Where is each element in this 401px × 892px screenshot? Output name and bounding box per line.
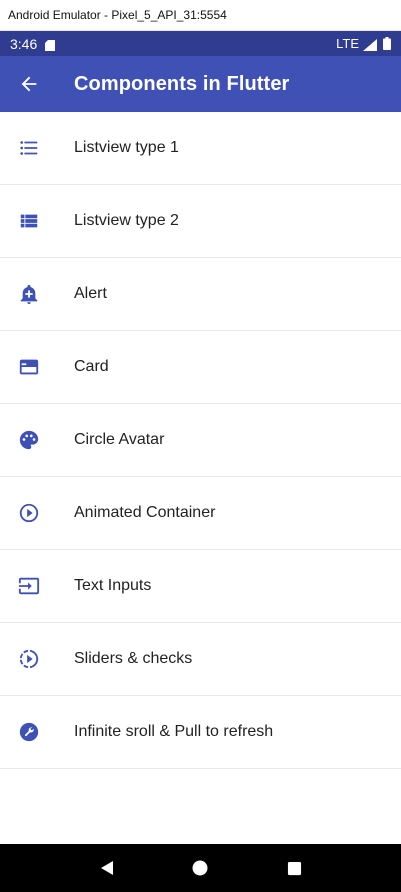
list-bulleted-icon [0, 137, 58, 159]
list-item-label: Alert [74, 285, 107, 302]
slow-motion-video-icon [0, 648, 58, 670]
list-item-card[interactable]: Card [0, 331, 401, 404]
app-bar: Components in Flutter [0, 56, 401, 112]
square-recents-icon[interactable] [274, 848, 314, 888]
list-item-label: Listview type 1 [74, 139, 179, 156]
system-nav-bar [0, 844, 401, 892]
arrow-back-icon[interactable] [0, 56, 58, 112]
list-item-label: Circle Avatar [74, 431, 165, 448]
list-item-label: Card [74, 358, 109, 375]
status-bar: 3:46 LTE [0, 31, 401, 56]
status-time: 3:46 [10, 35, 38, 52]
battery-icon [383, 37, 391, 50]
circle-home-icon[interactable] [180, 848, 220, 888]
list-item-label: Text Inputs [74, 577, 152, 594]
list-item-listview-type-2[interactable]: Listview type 2 [0, 185, 401, 258]
signal-icon [363, 38, 377, 51]
list-item-label: Animated Container [74, 504, 216, 521]
list-item-label: Sliders & checks [74, 650, 193, 667]
wrench-icon [0, 721, 58, 743]
list-item-alert[interactable]: Alert [0, 258, 401, 331]
page-title: Components in Flutter [74, 72, 290, 95]
network-type: LTE [336, 36, 359, 51]
triangle-back-icon[interactable] [87, 848, 127, 888]
list-item-infinite-scroll[interactable]: Infinite sroll & Pull to refresh [0, 696, 401, 769]
input-icon [0, 575, 58, 597]
components-list: Listview type 1 Listview type 2 Alert Ca… [0, 112, 401, 769]
list-item-text-inputs[interactable]: Text Inputs [0, 550, 401, 623]
list-item-listview-type-1[interactable]: Listview type 1 [0, 112, 401, 185]
palette-icon [0, 429, 58, 451]
window-titlebar: Android Emulator - Pixel_5_API_31:5554 [0, 0, 401, 31]
sd-card-icon [45, 38, 56, 51]
list-item-label: Infinite sroll & Pull to refresh [74, 723, 274, 740]
view-list-icon [0, 210, 58, 232]
list-item-sliders-checks[interactable]: Sliders & checks [0, 623, 401, 696]
add-alert-icon [0, 283, 58, 305]
card-icon [0, 356, 58, 378]
window-title: Android Emulator - Pixel_5_API_31:5554 [8, 8, 227, 22]
list-item-animated-container[interactable]: Animated Container [0, 477, 401, 550]
list-item-circle-avatar[interactable]: Circle Avatar [0, 404, 401, 477]
list-item-label: Listview type 2 [74, 212, 179, 229]
play-circle-outline-icon [0, 502, 58, 524]
